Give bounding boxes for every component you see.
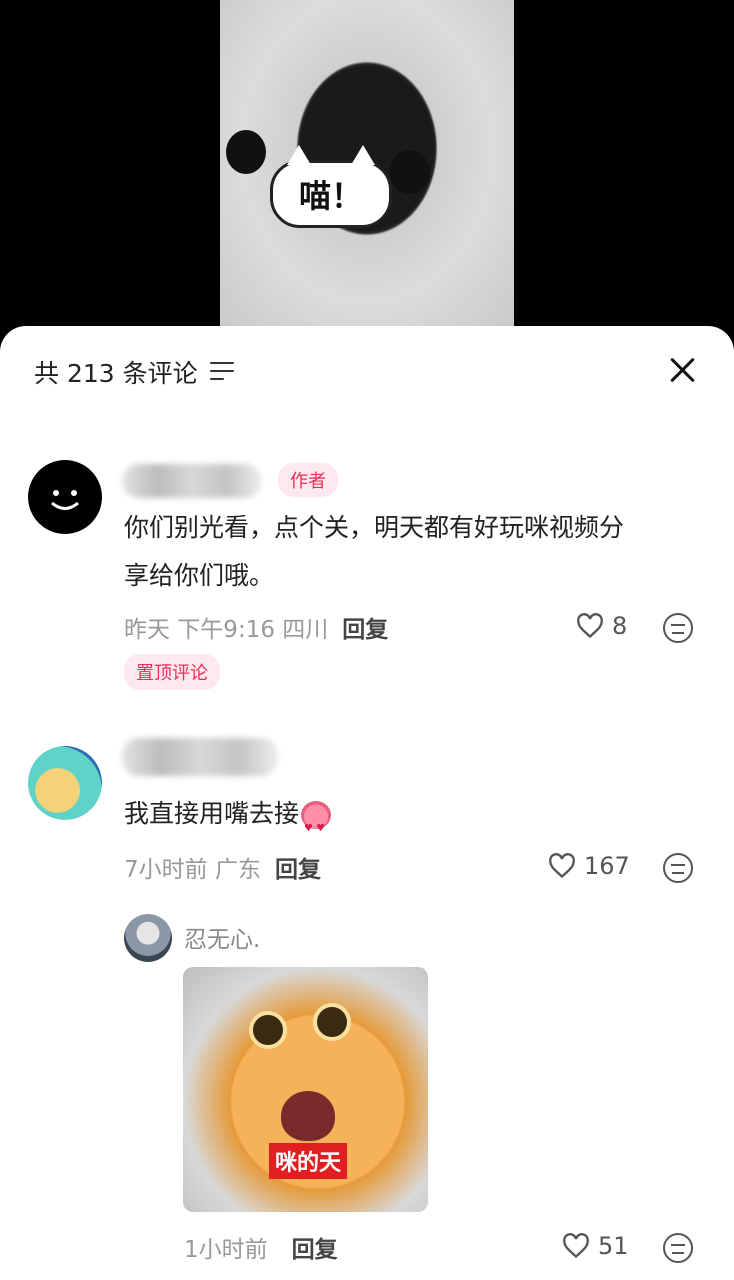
heart-icon [549, 853, 575, 879]
close-icon[interactable] [664, 352, 700, 388]
reply-button[interactable]: 回复 [342, 617, 388, 643]
like-button[interactable]: 167 [548, 852, 630, 880]
author-badge: 作者 [278, 463, 338, 497]
love-emoji-icon [301, 801, 332, 853]
subreply-username[interactable]: 忍无心. [184, 920, 260, 954]
heart-icon [563, 1233, 589, 1259]
like-count: 51 [598, 1232, 629, 1260]
like-button[interactable]: 8 [576, 612, 627, 640]
comment-header: 共 213 条评论 [34, 352, 700, 392]
reply-button[interactable]: 回复 [275, 857, 321, 883]
avatar[interactable] [124, 914, 172, 962]
subreply-meta: 1小时前 回复 [184, 1237, 338, 1263]
meow-speech-bubble: 喵！ [270, 145, 392, 228]
like-count: 167 [584, 852, 630, 880]
like-count: 8 [612, 612, 628, 640]
username-blurred[interactable] [122, 464, 262, 498]
reply-button[interactable]: 回复 [292, 1237, 338, 1263]
comment-meta: 昨天 下午9:16 四川 回复 [124, 617, 389, 643]
username-blurred[interactable] [122, 738, 278, 776]
cat-eye-left [249, 1011, 287, 1049]
bubble-text: 喵！ [298, 177, 363, 215]
cat-paw-right [390, 150, 430, 194]
reply-sticker-image[interactable]: 咪的天 [183, 967, 428, 1212]
avatar[interactable] [28, 746, 102, 820]
like-button[interactable]: 51 [562, 1232, 629, 1260]
dislike-icon[interactable] [663, 613, 693, 643]
heart-icon [577, 613, 603, 639]
avatar[interactable] [28, 460, 102, 534]
cat-mouth [281, 1091, 335, 1141]
comment-meta: 7小时前 广东 回复 [124, 857, 321, 883]
cat-eye-right [313, 1003, 351, 1041]
filter-icon[interactable] [210, 362, 234, 382]
comment-text: 我直接用嘴去接 [124, 790, 332, 853]
sticker-caption: 咪的天 [269, 1143, 348, 1179]
dislike-icon[interactable] [663, 853, 693, 883]
dislike-icon[interactable] [663, 1233, 693, 1263]
comment-text: 你们别光看，点个关，明天都有好玩咪视频分 享给你们哦。 [124, 513, 625, 590]
cat-paw-left [226, 130, 266, 174]
comment-count-title: 共 213 条评论 [34, 359, 198, 388]
pinned-badge: 置顶评论 [124, 654, 220, 690]
comment-sheet: 共 213 条评论 作者 你们别光看，点个关，明天都有好玩咪视频分 享给你们哦。… [0, 326, 734, 1280]
smile-face-icon [51, 490, 79, 510]
